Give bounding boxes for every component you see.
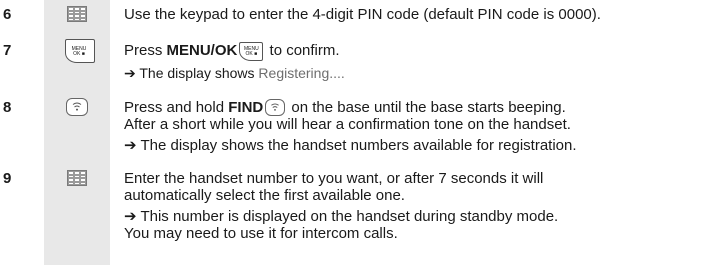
instruction-line: Press MENU/OK MENU OK ■ to confirm. bbox=[124, 42, 340, 61]
step-text: Enter the handset number to you want, or… bbox=[124, 170, 702, 242]
key-name: MENU/OK bbox=[166, 42, 238, 59]
instruction-line: Press and hold FIND on the base until th… bbox=[124, 99, 566, 116]
menu-ok-key-icon: MENU OK ■ bbox=[65, 39, 95, 63]
step-text: Press and hold FIND on the base until th… bbox=[124, 99, 702, 154]
result-line: ➔ This number is displayed on the handse… bbox=[124, 208, 559, 225]
result-line: ➔ The display shows Registering.... bbox=[124, 65, 345, 81]
step-number: 8 bbox=[3, 99, 12, 116]
keypad-icon bbox=[67, 170, 87, 186]
find-key-icon bbox=[66, 98, 88, 116]
key-name: FIND bbox=[228, 99, 264, 116]
keypad-icon bbox=[67, 6, 87, 22]
step-number: 6 bbox=[3, 6, 12, 23]
instruction-line: automatically select the first available… bbox=[124, 187, 405, 204]
instruction-line: After a short while you will hear a conf… bbox=[124, 116, 571, 133]
step-number: 9 bbox=[3, 170, 12, 187]
step-number: 7 bbox=[3, 42, 12, 59]
result-line: ➔ The display shows the handset numbers … bbox=[124, 137, 577, 154]
menu-ok-key-inline-icon: MENU OK ■ bbox=[239, 42, 264, 61]
result-line: You may need to use it for intercom call… bbox=[124, 225, 398, 242]
step-text: Use the keypad to enter the 4-digit PIN … bbox=[124, 6, 702, 23]
instruction-line: Enter the handset number to you want, or… bbox=[124, 170, 544, 187]
step-text: Press MENU/OK MENU OK ■ to confirm. ➔ The … bbox=[124, 42, 702, 82]
find-key-inline-icon bbox=[265, 99, 286, 116]
instruction-line: Use the keypad to enter the 4-digit PIN … bbox=[124, 6, 601, 23]
display-text: Registering.... bbox=[258, 65, 345, 81]
